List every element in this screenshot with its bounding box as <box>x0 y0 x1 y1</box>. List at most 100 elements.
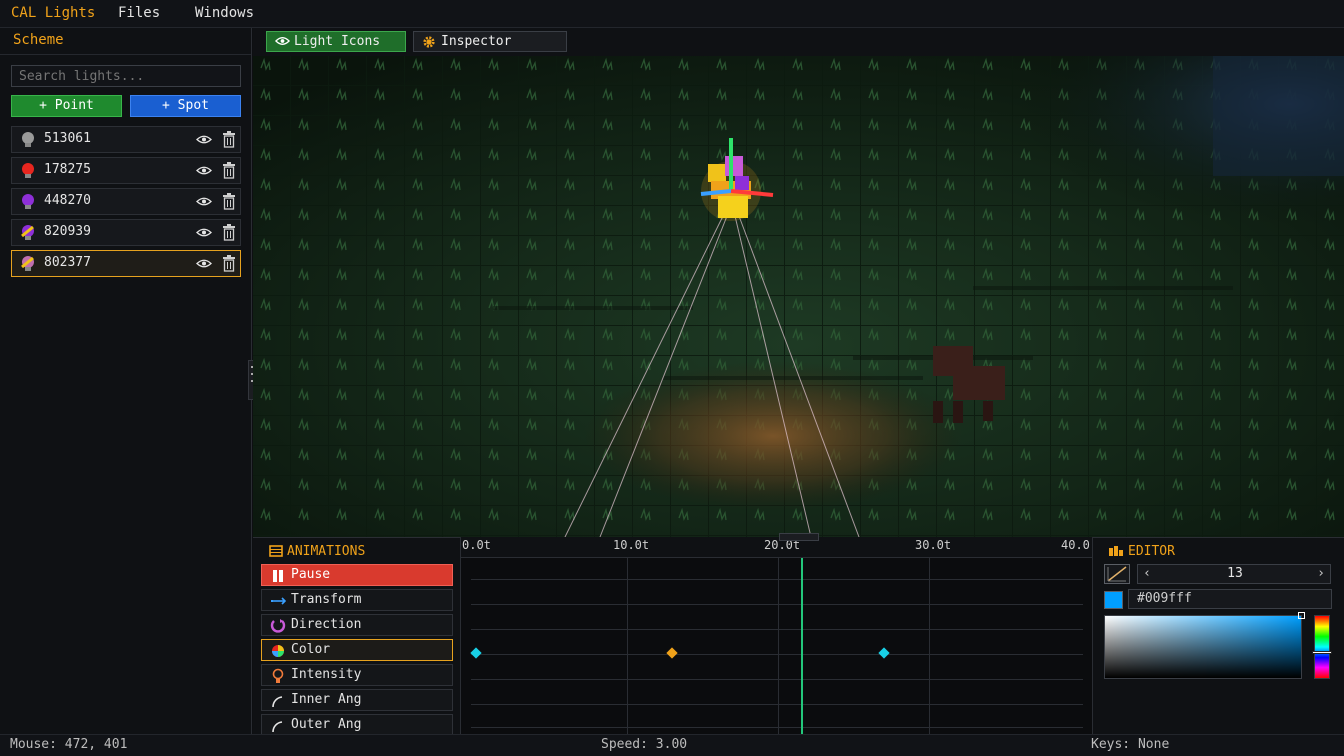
anim-transform-button[interactable]: Transform <box>261 589 453 611</box>
color-wheel-icon <box>272 645 284 657</box>
anim-button-label: Outer Ang <box>291 717 362 732</box>
anim-inner-ang-button[interactable]: Inner Ang <box>261 689 453 711</box>
eye-icon <box>275 37 290 45</box>
curve-button[interactable] <box>1104 564 1130 584</box>
eye-icon[interactable] <box>196 227 212 238</box>
add-spot-button[interactable]: + Spot <box>130 95 241 117</box>
timeline-tick-label: 10.0t <box>613 538 650 552</box>
viewport-tabs: Light Icons Inspector <box>253 28 1344 56</box>
hue-knob[interactable] <box>1312 651 1332 654</box>
light-name: 448270 <box>44 193 91 208</box>
frame-value[interactable]: 13 <box>1138 566 1332 581</box>
film-icon <box>269 545 283 557</box>
tab-label: Inspector <box>441 34 512 49</box>
animations-header: ANIMATIONS <box>269 544 365 559</box>
keys-readout: Keys: None <box>1091 737 1170 752</box>
trash-icon[interactable] <box>222 131 236 148</box>
purple-yellow-bulb-icon <box>21 225 34 240</box>
eye-icon[interactable] <box>196 134 212 145</box>
sv-knob[interactable] <box>1298 612 1305 619</box>
timeline-tick-label: 30.0t <box>915 538 952 552</box>
tab-light-icons[interactable]: Light Icons <box>266 31 406 52</box>
anim-button-label: Pause <box>291 567 331 582</box>
anim-color-button[interactable]: Color <box>261 639 453 661</box>
keyframe-marker[interactable] <box>470 647 482 659</box>
hue-slider[interactable] <box>1312 615 1332 679</box>
timeline-track-line <box>471 579 1083 580</box>
timeline-gridline <box>778 558 779 734</box>
tab-inspector[interactable]: Inspector <box>413 31 567 52</box>
timeline-ruler[interactable]: 0.0t 10.0t 20.0t 30.0t 40.0 <box>461 537 1092 558</box>
app-title[interactable]: CAL Lights <box>11 5 95 21</box>
timeline-track-line <box>471 654 1083 655</box>
anim-button-label: Inner Ang <box>291 692 362 707</box>
windows-menu[interactable]: Windows <box>195 5 254 21</box>
trash-icon[interactable] <box>222 224 236 241</box>
anim-direction-button[interactable]: Direction <box>261 614 453 636</box>
light-name: 513061 <box>44 131 91 146</box>
files-menu[interactable]: Files <box>118 5 160 21</box>
animations-panel: ANIMATIONS Pause Transform Direction Color I… <box>253 537 460 736</box>
scene-render <box>253 56 1344 537</box>
playhead[interactable] <box>800 558 803 734</box>
light-item[interactable]: 448270 <box>11 188 241 215</box>
timeline-track-line <box>471 604 1083 605</box>
timeline-track-line <box>471 727 1083 728</box>
trash-icon[interactable] <box>222 162 236 179</box>
anim-intensity-button[interactable]: Intensity <box>261 664 453 686</box>
timeline-track-line <box>471 679 1083 680</box>
transform-arrows-icon <box>271 597 286 605</box>
anim-button-label: Direction <box>291 617 362 632</box>
timeline-tick-label: 40.0 <box>1061 538 1090 552</box>
eye-icon[interactable] <box>196 196 212 207</box>
tab-label: Light Icons <box>294 34 381 49</box>
purple-bulb-icon <box>22 194 34 209</box>
eye-icon[interactable] <box>196 258 212 269</box>
anim-pause-button[interactable]: Pause <box>261 564 453 586</box>
outer-angle-icon <box>272 721 283 733</box>
hex-input[interactable]: #009fff <box>1128 589 1332 609</box>
pause-icon <box>273 570 283 582</box>
anim-outer-ang-button[interactable]: Outer Ang <box>261 714 453 736</box>
scheme-title: Scheme <box>13 32 64 48</box>
color-swatch[interactable] <box>1104 591 1123 609</box>
keyframe-marker[interactable] <box>666 647 678 659</box>
timeline[interactable]: 0.0t 10.0t 20.0t 30.0t 40.0 <box>460 533 1093 734</box>
gray-bulb-icon <box>22 132 34 147</box>
editor-icon <box>1109 546 1123 556</box>
gear-icon <box>423 36 435 48</box>
anim-button-label: Intensity <box>291 667 362 682</box>
search-input[interactable] <box>11 65 241 87</box>
lights-list: 513061 178275 448270 820939 802377 <box>11 126 241 281</box>
light-name: 802377 <box>44 255 91 270</box>
add-point-button[interactable]: + Point <box>11 95 122 117</box>
light-item[interactable]: 513061 <box>11 126 241 153</box>
scheme-panel: Scheme + Point + Spot 513061 178275 448270… <box>0 28 252 734</box>
menubar: CAL Lights Files Windows <box>0 0 1344 28</box>
resize-grip[interactable] <box>779 533 819 541</box>
light-item[interactable]: 820939 <box>11 219 241 246</box>
keyframe-marker[interactable] <box>878 647 890 659</box>
light-name: 178275 <box>44 162 91 177</box>
light-name: 820939 <box>44 224 91 239</box>
sv-black-layer <box>1105 616 1301 678</box>
stepper-next[interactable]: › <box>1313 565 1329 583</box>
light-item[interactable]: 802377 <box>11 250 241 277</box>
editor-header: EDITOR <box>1108 544 1175 559</box>
timeline-gridline <box>627 558 628 734</box>
lightbulb-icon <box>272 668 284 683</box>
light-item[interactable]: 178275 <box>11 157 241 184</box>
eye-icon[interactable] <box>196 165 212 176</box>
saturation-value-picker[interactable] <box>1104 612 1305 679</box>
frame-stepper[interactable]: ‹ 13 › <box>1137 564 1331 584</box>
red-bulb-icon <box>22 163 34 178</box>
trash-icon[interactable] <box>222 255 236 272</box>
inner-angle-icon <box>272 696 283 708</box>
divider <box>0 54 251 55</box>
direction-rotate-icon <box>270 619 286 633</box>
mouse-readout: Mouse: 472, 401 <box>10 737 128 752</box>
scene-viewport[interactable] <box>253 56 1344 537</box>
anim-button-label: Transform <box>291 592 362 607</box>
speed-readout: Speed: 3.00 <box>601 737 688 752</box>
trash-icon[interactable] <box>222 193 236 210</box>
